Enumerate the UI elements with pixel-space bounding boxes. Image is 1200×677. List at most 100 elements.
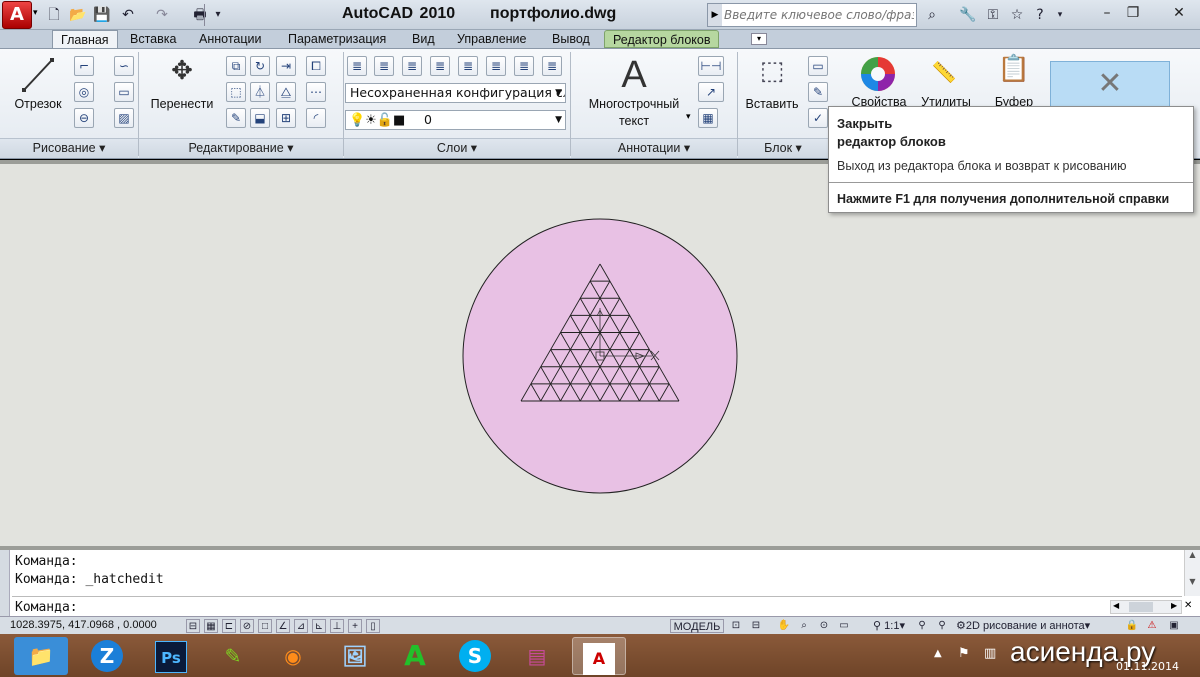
mirror-axis-icon[interactable]: ⧋ (276, 82, 296, 102)
layer-properties-icon[interactable]: ≣ (347, 56, 367, 76)
taskbar-firefox-icon[interactable]: ◉ (266, 637, 320, 675)
minimize-icon[interactable]: – (1094, 2, 1120, 24)
layers-panel-footer[interactable]: Слои ▾ (344, 138, 570, 158)
quick-access-dropdown-icon[interactable]: ▾ (208, 5, 228, 25)
edit-attributes-icon[interactable]: ✓ (808, 108, 828, 128)
tray-expand-icon[interactable]: ▲ (934, 648, 942, 659)
taskbar-autocad-green-icon[interactable]: A (388, 637, 442, 675)
taskbar-winrar-icon[interactable]: ▤ (510, 637, 564, 675)
undo-icon[interactable]: ↶ (118, 5, 138, 25)
command-close-icon[interactable]: ✕ (1184, 600, 1192, 611)
annotation-visibility-icon[interactable]: ⚲ (914, 619, 930, 633)
scroll-thumb[interactable] (1129, 602, 1153, 612)
insert-block-icon[interactable]: ⬚ (752, 56, 792, 92)
leader-icon[interactable]: ↗ (698, 82, 724, 102)
annotation-scale[interactable]: ⚲ 1:1▾ (868, 619, 910, 633)
layer-state-icon[interactable]: ≣ (374, 56, 394, 76)
layer-state-dropdown[interactable]: Несохраненная конфигурация сл ▼ (345, 83, 566, 103)
layer-freeze-icon[interactable]: ≣ (514, 56, 534, 76)
edit-block-icon[interactable]: ✎ (808, 82, 828, 102)
block-panel-footer[interactable]: Блок ▾ (738, 138, 828, 158)
taskbar-autocad-2010-icon[interactable]: A (572, 637, 626, 675)
array-icon[interactable]: ⊞ (276, 108, 296, 128)
workspace-switch[interactable]: ⚙2D рисование и аннота▾ (956, 619, 1118, 633)
rotate-icon[interactable]: ↻ (250, 56, 270, 76)
snap-icon[interactable]: ⊟ (186, 619, 200, 633)
measure-utility-icon[interactable]: 📏 (924, 60, 964, 88)
taskbar-notepad-icon[interactable]: ✎ (206, 637, 260, 675)
ortho-icon[interactable]: ⊏ (222, 619, 236, 633)
close-window-icon[interactable]: ✕ (1160, 2, 1198, 24)
steering-wheel-icon[interactable]: ⊙ (816, 619, 832, 633)
layout-icon[interactable]: ⊡ (728, 619, 744, 633)
command-hscrollbar[interactable]: ◀ ▶ (1110, 600, 1182, 614)
command-prompt[interactable]: Команда: (15, 600, 78, 615)
open-folder-icon[interactable]: 📂 (68, 5, 88, 25)
layer-match-icon[interactable]: ≣ (458, 56, 478, 76)
modify-panel-footer[interactable]: Редактирование ▾ (139, 138, 343, 158)
erase-icon[interactable]: ⧠ (306, 56, 326, 76)
trim-icon[interactable]: ⇥ (276, 56, 296, 76)
line-tool-icon[interactable] (12, 56, 62, 94)
drawing-canvas[interactable] (0, 160, 1200, 546)
application-menu-button[interactable]: A (2, 1, 32, 29)
tab-block-editor[interactable]: Редактор блоков (604, 30, 720, 48)
quick-properties-icon[interactable]: + (348, 619, 362, 633)
command-scrollbar[interactable]: ▲ ▼ (1184, 550, 1200, 596)
search-input[interactable] (724, 6, 914, 24)
help-icon[interactable]: ? (1030, 5, 1050, 25)
create-block-icon[interactable]: ▭ (808, 56, 828, 76)
tray-flag-icon[interactable]: ⚑ (958, 646, 970, 661)
otrack-icon[interactable]: ∠ (276, 619, 290, 633)
lock-icon[interactable]: 🔒 (1124, 619, 1140, 633)
tab-home[interactable]: Главная (52, 30, 118, 48)
zoom-icon[interactable]: ⌕ (796, 619, 812, 633)
maximize-icon[interactable]: ❐ (1120, 2, 1146, 24)
tab-output[interactable]: Вывод (544, 30, 598, 48)
scroll-up-icon[interactable]: ▲ (1185, 550, 1200, 559)
rectangle-icon[interactable]: ▭ (114, 82, 134, 102)
properties-color-wheel-icon[interactable] (858, 54, 898, 94)
polar-icon[interactable]: ⊘ (240, 619, 254, 633)
command-window-grip[interactable] (0, 550, 10, 616)
subscription-center-icon[interactable]: ⚿ (983, 5, 1003, 25)
help-dropdown-icon[interactable]: ▾ (1050, 5, 1070, 25)
clipboard-icon[interactable]: 📋 (994, 54, 1034, 90)
drawing-svg[interactable] (0, 160, 1200, 546)
search-box[interactable]: ▶ (707, 3, 917, 27)
annotation-panel-footer[interactable]: Аннотации ▾ (571, 138, 737, 158)
auto-scale-icon[interactable]: ⚲ (934, 619, 950, 633)
tray-icon[interactable]: ⚠ (1144, 619, 1160, 633)
tab-parametric[interactable]: Параметризация (280, 30, 394, 48)
grid-icon[interactable]: ▦ (204, 619, 218, 633)
osnap-icon[interactable]: □ (258, 619, 272, 633)
tab-insert[interactable]: Вставка (122, 30, 184, 48)
redo-icon[interactable]: ↷ (152, 5, 172, 25)
layer-previous-icon[interactable]: ≣ (486, 56, 506, 76)
edit-brush-icon[interactable]: ✎ (226, 108, 246, 128)
hatch-icon[interactable]: ▨ (114, 108, 134, 128)
tab-annotate[interactable]: Аннотации (191, 30, 269, 48)
mtext-dropdown-icon[interactable]: ▾ (686, 112, 691, 122)
ellipse-icon[interactable]: ⊖ (74, 108, 94, 128)
new-file-icon[interactable]: 🗋 (44, 5, 64, 25)
pan-icon[interactable]: ✋ (776, 619, 792, 633)
ribbon-minimize-icon[interactable]: ▾ (751, 33, 767, 45)
move-icon[interactable]: ✥ (162, 56, 202, 92)
close-block-editor-button[interactable]: ✕ (1050, 61, 1170, 109)
scroll-down-icon[interactable]: ▼ (1185, 577, 1200, 586)
command-window[interactable]: Команда: Команда: _hatchedit Команда: ▲ … (0, 546, 1200, 616)
layer-isolate-icon[interactable]: ≣ (402, 56, 422, 76)
mirror-icon[interactable]: ⏃ (250, 82, 270, 102)
plot-icon[interactable]: 🖶 (190, 5, 210, 25)
layer-unisolate-icon[interactable]: ≣ (430, 56, 450, 76)
scale-icon[interactable]: ⬓ (250, 108, 270, 128)
save-icon[interactable]: 💾 (92, 5, 112, 25)
scroll-left-icon[interactable]: ◀ (1113, 601, 1119, 610)
fillet-icon[interactable]: ◜ (306, 108, 326, 128)
tab-manage[interactable]: Управление (449, 30, 535, 48)
taskbar-file-explorer-icon[interactable]: 📁 (14, 637, 68, 675)
spline-icon[interactable]: ∽ (114, 56, 134, 76)
tray-network-icon[interactable]: ▥ (984, 646, 996, 661)
selection-cycling-icon[interactable]: ▯ (366, 619, 380, 633)
